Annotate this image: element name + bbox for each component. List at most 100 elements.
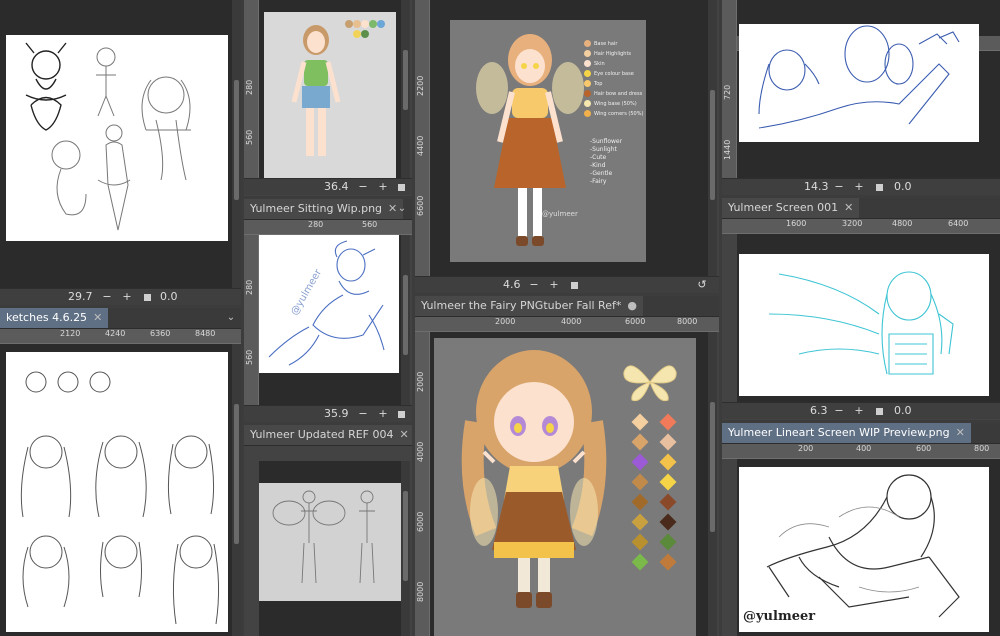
horizontal-ruler: 200 400 600 800: [722, 444, 1000, 459]
zoom-level[interactable]: 36.4: [324, 179, 349, 195]
vertical-scrollbar[interactable]: [401, 235, 410, 405]
canvas-pane-pngtuber-ref: Yulmeer the Fairy PNGtuber Fall Ref* ● 20…: [415, 296, 719, 636]
vertical-scrollbar[interactable]: [232, 0, 241, 288]
palette-swatch: [659, 453, 677, 471]
fit-icon[interactable]: [398, 184, 405, 191]
fit-icon[interactable]: [571, 282, 578, 289]
close-icon[interactable]: ✕: [844, 201, 853, 214]
swatch-dot: [584, 100, 591, 107]
fit-icon[interactable]: [876, 408, 883, 415]
close-icon[interactable]: ✕: [93, 311, 102, 324]
chevron-down-icon[interactable]: ⌄: [223, 308, 239, 328]
rotation-angle[interactable]: 0.0: [894, 179, 912, 195]
pngtuber-artwork: [461, 350, 607, 608]
ruler-tick: 800: [974, 444, 990, 453]
canvas-area[interactable]: [259, 0, 401, 178]
canvas-area[interactable]: @yulmeer: [259, 235, 401, 405]
canvas-area[interactable]: [0, 0, 232, 288]
vertical-scrollbar[interactable]: [401, 461, 410, 636]
zoom-level[interactable]: 14.3: [804, 179, 829, 195]
tab-updated-ref[interactable]: Yulmeer Updated REF 004 ✕: [244, 425, 412, 445]
modified-dot-icon[interactable]: ●: [627, 299, 637, 312]
close-icon[interactable]: ✕: [399, 428, 408, 441]
canvas-area[interactable]: [737, 0, 1000, 178]
fit-icon[interactable]: [398, 411, 405, 418]
ruler-tick: 2000: [495, 317, 516, 326]
palette-swatch: [631, 513, 649, 531]
canvas-area[interactable]: [430, 332, 708, 636]
fit-icon[interactable]: [144, 294, 151, 301]
zoom-in-button[interactable]: +: [376, 179, 390, 195]
swatch-dot: [584, 50, 591, 57]
tab-bar: ketches 4.6.25 ✕ ⌄: [0, 308, 241, 329]
zoom-in-button[interactable]: +: [376, 406, 390, 422]
palette-swatch: [631, 413, 649, 431]
lying-sketch-artwork: [739, 24, 979, 142]
zoom-out-button[interactable]: −: [832, 179, 846, 195]
tab-sketches[interactable]: ketches 4.6.25 ✕: [0, 308, 109, 328]
swatch-item: Skin: [584, 60, 646, 70]
fit-icon[interactable]: [876, 184, 883, 191]
tab-screen-001[interactable]: Yulmeer Screen 001 ✕: [722, 198, 860, 218]
zoom-out-button[interactable]: −: [356, 179, 370, 195]
canvas-area[interactable]: [0, 344, 232, 636]
zoom-out-button[interactable]: −: [832, 403, 846, 419]
close-icon[interactable]: ✕: [956, 426, 965, 439]
ruler-tick: 2200: [416, 75, 425, 96]
zoom-level[interactable]: 35.9: [324, 406, 349, 422]
zoom-level[interactable]: 4.6: [503, 277, 521, 293]
status-bar: 6.3 − + 0.0: [722, 402, 1000, 419]
tab-sitting-wip[interactable]: Yulmeer Sitting Wip.png ✕: [244, 199, 404, 219]
ruler-tick: 1600: [786, 219, 807, 228]
zoom-in-button[interactable]: +: [547, 277, 561, 293]
vertical-scrollbar[interactable]: [401, 0, 410, 178]
zoom-in-button[interactable]: +: [852, 403, 866, 419]
tab-lineart-wip[interactable]: Yulmeer Lineart Screen WIP Preview.png ✕: [722, 423, 971, 443]
vertical-scrollbar[interactable]: [232, 344, 241, 636]
swatch-item: Hair Highlights: [584, 50, 646, 60]
palette-swatch: [631, 473, 649, 491]
status-bar: 36.4 − +: [244, 178, 412, 195]
trait-text: -Sunlight: [590, 146, 617, 153]
vertical-ruler: 720 1440: [722, 0, 737, 178]
vertical-scrollbar[interactable]: [708, 0, 717, 276]
chevron-down-icon[interactable]: ⌄: [394, 199, 410, 219]
palette-swatch: [631, 433, 649, 451]
sketch-artwork: [6, 35, 228, 241]
palette-swatch: [631, 533, 649, 551]
canvas-area[interactable]: Base hair Hair Highlights Skin Eye colou…: [430, 0, 708, 276]
vertical-ruler: 280 560: [244, 0, 259, 178]
ruler-tick: 4000: [561, 317, 582, 326]
ruler-tick: 4240: [105, 329, 126, 338]
zoom-out-button[interactable]: −: [356, 406, 370, 422]
rotate-icon[interactable]: ↺: [695, 277, 709, 293]
status-bar: 4.6 − + ↺: [415, 276, 719, 293]
canvas-area[interactable]: [259, 461, 401, 636]
canvas-pane-sketches-top: 29.7 − + 0.0: [0, 0, 241, 305]
swatch-label: Skin: [594, 61, 605, 67]
ruler-tick: 1440: [723, 139, 732, 160]
zoom-in-button[interactable]: +: [120, 289, 134, 305]
vertical-scrollbar[interactable]: [708, 332, 717, 636]
turnaround-sketch-artwork: [259, 483, 401, 601]
zoom-out-button[interactable]: −: [527, 277, 541, 293]
canvas-area[interactable]: [737, 234, 1000, 402]
zoom-level[interactable]: 29.7: [68, 289, 93, 305]
zoom-level[interactable]: 6.3: [810, 403, 828, 419]
canvas-pane-sitting-wip: Yulmeer Sitting Wip.png ✕ ⌄ 280 560 280 5…: [244, 199, 412, 422]
zoom-in-button[interactable]: +: [852, 179, 866, 195]
swatch-label: Hair Highlights: [594, 51, 632, 57]
swatch-label: Wing base (50%): [594, 101, 637, 107]
character-reference-artwork: [264, 12, 396, 178]
rotation-angle[interactable]: 0.0: [160, 289, 178, 305]
tab-bar: Yulmeer Sitting Wip.png ✕ ⌄: [244, 199, 412, 220]
rotation-angle[interactable]: 0.0: [894, 403, 912, 419]
tab-pngtuber-ref[interactable]: Yulmeer the Fairy PNGtuber Fall Ref* ●: [415, 296, 643, 316]
swatch-legend: Base hair Hair Highlights Skin Eye colou…: [584, 40, 646, 120]
canvas-pane-lineart-wip: Yulmeer Lineart Screen WIP Preview.png ✕ …: [722, 423, 1000, 636]
zoom-out-button[interactable]: −: [100, 289, 114, 305]
canvas-area[interactable]: @yulmeer: [737, 459, 1000, 636]
status-bar: 29.7 − + 0.0: [0, 288, 241, 305]
ruler-tick: 2120: [60, 329, 81, 338]
reference-sheet: [434, 338, 696, 636]
